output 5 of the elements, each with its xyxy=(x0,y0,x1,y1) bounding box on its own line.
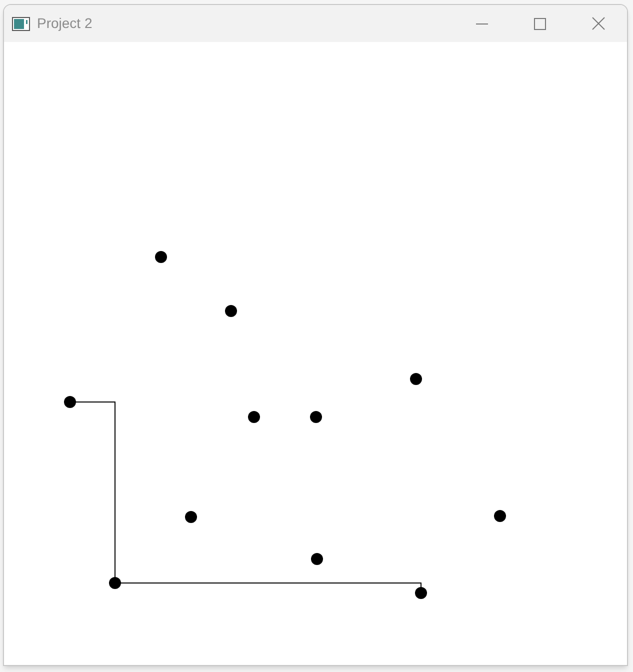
minimize-icon xyxy=(476,22,488,24)
app-icon xyxy=(12,16,30,30)
close-icon xyxy=(592,17,604,30)
window-title: Project 2 xyxy=(37,14,92,33)
maximize-icon xyxy=(534,18,546,30)
